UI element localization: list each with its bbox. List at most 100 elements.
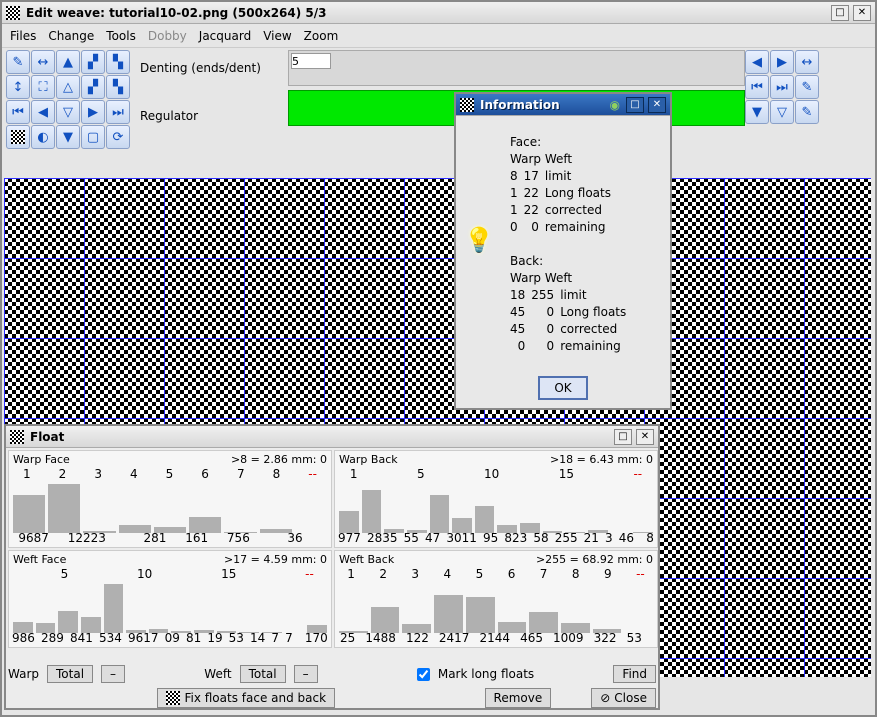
denting-label: Denting (ends/dent) bbox=[136, 54, 286, 82]
bar bbox=[339, 511, 359, 533]
invert-icon[interactable]: ◐ bbox=[31, 125, 55, 149]
brush-icon[interactable]: ✎ bbox=[6, 50, 30, 74]
tick: 161 bbox=[185, 531, 208, 545]
tick: 7 bbox=[285, 631, 293, 645]
bottoms-row: 9772835554730119582358255213468 bbox=[335, 531, 657, 545]
arrow-up-icon[interactable]: ▲ bbox=[56, 50, 80, 74]
main-titlebar: Edit weave: tutorial10-02.png (500x264) … bbox=[2, 2, 875, 24]
right-icon[interactable]: ▶ bbox=[81, 100, 105, 124]
panel-limit: >18 = 6.43 mm: 0 bbox=[550, 453, 653, 466]
bars bbox=[13, 479, 327, 533]
menu-jacquard[interactable]: Jacquard bbox=[199, 29, 251, 43]
upper-strip: ✎ ↔ ▲ ▞ ▚ ↕ ⛶ △ ▞ ▚ ⏮ ◀ ▽ ▶ ⏭ ◐ ▼ ▢ ⟳ De… bbox=[4, 50, 873, 180]
tick: 3011 bbox=[446, 531, 477, 545]
tick: 46 bbox=[619, 531, 634, 545]
refresh-icon[interactable]: ⟳ bbox=[106, 125, 130, 149]
r-down2-icon[interactable]: ▽ bbox=[770, 100, 794, 124]
tick: 8 bbox=[646, 531, 654, 545]
back-heading: Back: bbox=[510, 253, 658, 270]
arrows-v-icon[interactable]: ↕ bbox=[6, 75, 30, 99]
menu-files[interactable]: Files bbox=[10, 29, 36, 43]
panel-limit: >17 = 4.59 mm: 0 bbox=[224, 553, 327, 566]
close-button[interactable]: ✕ bbox=[853, 5, 871, 21]
panel-header: Warp Face bbox=[13, 453, 70, 466]
tick: 2144 bbox=[479, 631, 510, 645]
weft-minus-button[interactable]: – bbox=[294, 665, 318, 683]
r-arrows-icon[interactable]: ↔ bbox=[795, 50, 819, 74]
grid-icon[interactable] bbox=[6, 125, 30, 149]
ffwd-icon[interactable]: ⏭ bbox=[106, 100, 130, 124]
fix-label: Fix floats face and back bbox=[184, 691, 326, 705]
r-rewind-icon[interactable]: ⏮ bbox=[745, 75, 769, 99]
tick: 977 bbox=[338, 531, 361, 545]
weft-total-button[interactable]: Total bbox=[240, 665, 286, 683]
menu-zoom[interactable]: Zoom bbox=[304, 29, 339, 43]
bars bbox=[13, 579, 327, 633]
weave-icon bbox=[460, 98, 474, 112]
tick: 47 bbox=[425, 531, 440, 545]
stairs2-icon[interactable]: ▞ bbox=[81, 75, 105, 99]
ok-button[interactable]: OK bbox=[538, 376, 587, 400]
tick: 9687 bbox=[18, 531, 49, 545]
denting-area bbox=[288, 50, 745, 86]
tick: 14 bbox=[250, 631, 265, 645]
face-heading: Face: bbox=[510, 134, 658, 151]
bar bbox=[371, 607, 400, 633]
down2-icon[interactable]: ▼ bbox=[56, 125, 80, 149]
r-left-icon[interactable]: ◀ bbox=[745, 50, 769, 74]
tick: 09 bbox=[165, 631, 180, 645]
float-close-button[interactable]: ✕ bbox=[636, 429, 654, 445]
tick: 53 bbox=[627, 631, 642, 645]
minimize-button[interactable]: □ bbox=[831, 5, 849, 21]
bottoms-row: 9862898415349617098119531477170 bbox=[9, 631, 331, 645]
stairs3-icon[interactable]: ▚ bbox=[106, 75, 130, 99]
stairs-x-icon[interactable]: ▚ bbox=[106, 50, 130, 74]
rewind-icon[interactable]: ⏮ bbox=[6, 100, 30, 124]
menu-dobby: Dobby bbox=[148, 29, 187, 43]
arrows-h-icon[interactable]: ↔ bbox=[31, 50, 55, 74]
tick: 95 bbox=[483, 531, 498, 545]
r-brush-icon[interactable]: ✎ bbox=[795, 75, 819, 99]
bar bbox=[466, 597, 495, 633]
weft-label: Weft bbox=[204, 667, 231, 681]
left-icon[interactable]: ◀ bbox=[31, 100, 55, 124]
r-brush2-icon[interactable]: ✎ bbox=[795, 100, 819, 124]
menu-change[interactable]: Change bbox=[48, 29, 94, 43]
warp-total-button[interactable]: Total bbox=[47, 665, 93, 683]
menu-tools[interactable]: Tools bbox=[106, 29, 136, 43]
information-dialog: Information ◉ □ ✕ 💡 Face: Warp Weft 817l… bbox=[454, 92, 672, 410]
lightbulb-icon: 💡 bbox=[464, 226, 494, 254]
r-ffwd-icon[interactable]: ⏭ bbox=[770, 75, 794, 99]
arrow-up2-icon[interactable]: △ bbox=[56, 75, 80, 99]
bottoms-row: 96871222328116175636 bbox=[9, 531, 331, 545]
arrows-box-icon[interactable]: ⛶ bbox=[31, 75, 55, 99]
info-min-button[interactable]: □ bbox=[626, 97, 644, 113]
find-button[interactable]: Find bbox=[613, 665, 656, 683]
bottoms-row: 25148812224172144465100932253 bbox=[335, 631, 657, 645]
tick: 25 bbox=[340, 631, 355, 645]
float-min-button[interactable]: □ bbox=[614, 429, 632, 445]
sel-icon[interactable]: ▢ bbox=[81, 125, 105, 149]
fix-floats-button[interactable]: Fix floats face and back bbox=[157, 688, 335, 708]
close-icon: ⊘ bbox=[600, 691, 610, 705]
mark-long-floats-checkbox[interactable] bbox=[417, 668, 430, 681]
bars bbox=[339, 579, 653, 633]
warp-minus-button[interactable]: – bbox=[101, 665, 125, 683]
stairs-up-icon[interactable]: ▞ bbox=[81, 50, 105, 74]
remove-button[interactable]: Remove bbox=[485, 688, 552, 708]
r-right-icon[interactable]: ▶ bbox=[770, 50, 794, 74]
info-close-button[interactable]: ✕ bbox=[648, 97, 666, 113]
r-down-icon[interactable]: ▼ bbox=[745, 100, 769, 124]
denting-input[interactable] bbox=[291, 53, 331, 69]
down-icon[interactable]: ▽ bbox=[56, 100, 80, 124]
info-text: Face: Warp Weft 817limit 122Long floats … bbox=[510, 134, 658, 355]
close-float-button[interactable]: ⊘ Close bbox=[591, 688, 656, 708]
tick: 19 bbox=[207, 631, 222, 645]
panel-header: Weft Back bbox=[339, 553, 394, 566]
bar bbox=[104, 584, 124, 633]
float-bottom: Fix floats face and back Remove ⊘ Close bbox=[8, 686, 656, 710]
bar bbox=[430, 495, 450, 533]
float-controls: Warp Total – Weft Total – Mark long floa… bbox=[8, 662, 656, 686]
warp-label: Warp bbox=[8, 667, 39, 681]
menu-view[interactable]: View bbox=[263, 29, 291, 43]
